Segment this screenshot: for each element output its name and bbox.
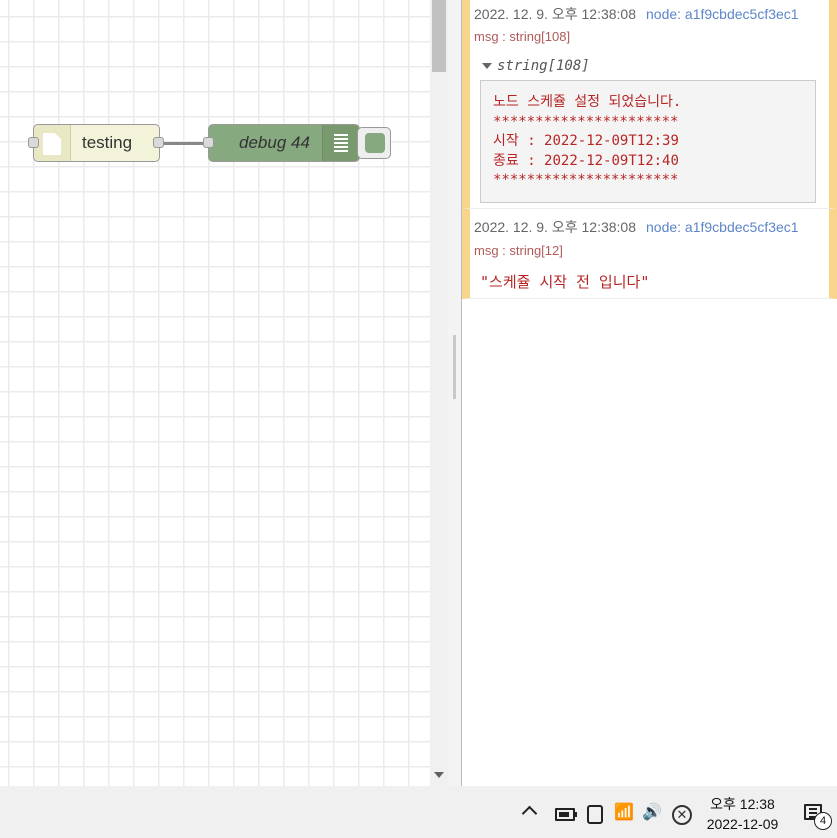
sidebar-splitter[interactable] (448, 0, 462, 786)
file-icon (43, 133, 61, 155)
debug-node[interactable]: debug 44 (208, 124, 360, 162)
error-icon[interactable]: ✕ (672, 805, 692, 825)
debug-toggle-indicator (365, 133, 385, 153)
canvas-vertical-scrollbar[interactable] (430, 0, 448, 786)
speaker-icon[interactable]: 🔊 (642, 804, 662, 822)
splitter-grip[interactable] (453, 335, 456, 399)
list-icon (334, 134, 348, 152)
string-line: 종료 : 2022-12-09T12:40 (493, 152, 679, 169)
meet-now-icon[interactable] (587, 805, 603, 824)
message-type: msg : string[12] (474, 243, 563, 258)
expander-label: string[108] (497, 58, 590, 74)
inject-node[interactable]: testing (33, 124, 160, 162)
debug-message[interactable]: 2022. 12. 9. 오후 12:38:08 node: a1f9cbdec5… (462, 0, 837, 209)
string-value: "스케쥴 시작 전 입니다" (480, 273, 650, 291)
message-header: 2022. 12. 9. 오후 12:38:08 node: a1f9cbdec5… (474, 4, 799, 24)
scrollbar-thumb[interactable] (432, 0, 446, 72)
message-node-link[interactable]: node: a1f9cbdec5cf3ec1 (646, 219, 799, 235)
inject-input-port[interactable] (28, 137, 39, 148)
debug-node-label: debug 44 (239, 133, 310, 152)
message-timestamp: 2022. 12. 9. 오후 12:38:08 (474, 219, 636, 235)
string-line: ********************** (493, 172, 679, 188)
string-line: 노드 스케쥴 설정 되었습니다. (493, 94, 682, 110)
taskbar: 📶 🔊 ✕ 오후 12:38 2022-12-09 4 (0, 786, 837, 838)
debug-messages-panel: 2022. 12. 9. 오후 12:38:08 node: a1f9cbdec5… (462, 0, 837, 786)
flow-wire[interactable] (160, 142, 208, 145)
clock-time: 오후 12:38 (710, 796, 775, 812)
message-type: msg : string[108] (474, 29, 571, 44)
debug-node-icon-area (322, 125, 359, 161)
string-expander[interactable]: string[108] (482, 58, 590, 74)
string-line: 시작 : 2022-12-09T12:39 (493, 133, 679, 149)
debug-input-port[interactable] (203, 137, 214, 148)
inject-output-port[interactable] (153, 137, 164, 148)
debug-message[interactable]: 2022. 12. 9. 오후 12:38:08 node: a1f9cbdec5… (462, 209, 837, 299)
string-value-box: 노드 스케쥴 설정 되었습니다. ********************** … (480, 80, 816, 203)
flow-canvas[interactable]: testing debug 44 (0, 0, 430, 786)
message-timestamp: 2022. 12. 9. 오후 12:38:08 (474, 6, 636, 22)
caret-down-icon (482, 63, 492, 69)
system-clock[interactable]: 오후 12:38 2022-12-09 (690, 794, 795, 834)
debug-toggle-button[interactable] (357, 127, 391, 159)
notification-count-badge: 4 (814, 812, 832, 830)
chevron-up-icon[interactable] (521, 805, 538, 822)
inject-node-label: testing (82, 133, 133, 152)
scroll-down-arrow-icon[interactable] (434, 772, 444, 778)
inject-node-icon-area (34, 125, 71, 161)
battery-icon[interactable] (555, 808, 577, 821)
message-header: 2022. 12. 9. 오후 12:38:08 node: a1f9cbdec5… (474, 217, 799, 237)
string-line: ********************** (493, 113, 679, 130)
message-node-link[interactable]: node: a1f9cbdec5cf3ec1 (646, 6, 799, 22)
wifi-icon[interactable]: 📶 (614, 804, 634, 822)
clock-date: 2022-12-09 (706, 816, 779, 832)
